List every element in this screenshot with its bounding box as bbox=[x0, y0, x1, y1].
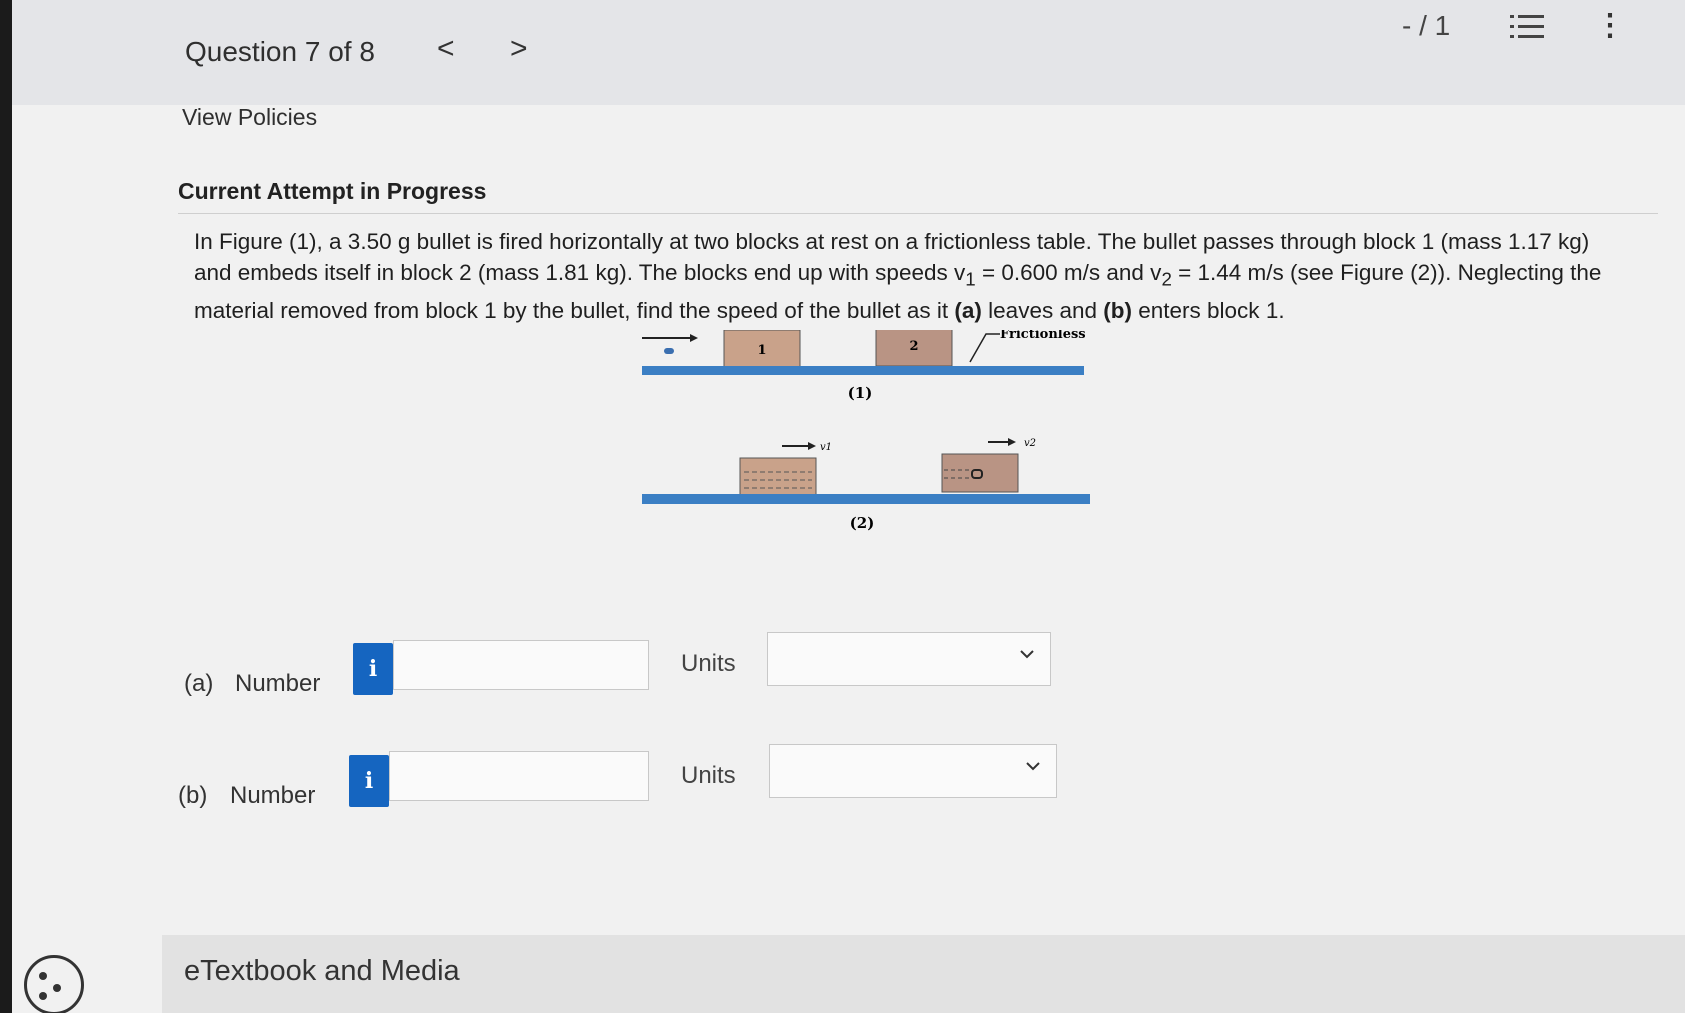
part-b-info-button[interactable]: i bbox=[349, 755, 389, 807]
prev-question-button[interactable]: < bbox=[437, 32, 455, 66]
part-b-units-select[interactable] bbox=[769, 744, 1057, 798]
cookie-settings-icon[interactable] bbox=[24, 955, 84, 1013]
part-a-number-label: Number bbox=[235, 670, 321, 697]
attempt-heading: Current Attempt in Progress bbox=[178, 178, 487, 204]
more-options-icon[interactable]: ⋮ bbox=[1595, 8, 1625, 43]
table-2 bbox=[642, 494, 1090, 504]
figure-1-caption: (1) bbox=[848, 384, 873, 402]
table-1 bbox=[642, 366, 1084, 375]
etextbook-panel[interactable]: eTextbook and Media bbox=[162, 935, 1685, 1013]
score: - / 1 bbox=[1402, 10, 1451, 41]
v2-label: v2 bbox=[1024, 438, 1036, 449]
block-1-moving bbox=[739, 457, 817, 499]
question-list-icon[interactable] bbox=[1510, 12, 1546, 42]
part-a-info-button[interactable]: i bbox=[353, 643, 393, 695]
screen: Question 7 of 8 < > - / 1 ⋮ View Policie… bbox=[12, 0, 1685, 1013]
frictionless-label: Frictionless bbox=[1000, 330, 1086, 342]
part-a-number-input[interactable] bbox=[393, 640, 649, 690]
etextbook-label: eTextbook and Media bbox=[184, 955, 460, 987]
chevron-down-icon bbox=[1020, 650, 1034, 659]
part-a-units-select[interactable] bbox=[767, 632, 1051, 686]
part-a-units-label: Units bbox=[681, 650, 736, 677]
problem-text: In Figure (1), a 3.50 g bullet is fired … bbox=[194, 229, 1602, 323]
part-b-label: (b) bbox=[178, 782, 208, 809]
part-b-number-input[interactable] bbox=[389, 751, 649, 801]
part-b-units-label: Units bbox=[681, 762, 736, 789]
question-title: Question 7 of 8 bbox=[185, 36, 375, 67]
v1-label: v1 bbox=[820, 442, 832, 453]
block-2-label: 2 bbox=[909, 339, 918, 354]
chevron-down-icon bbox=[1026, 762, 1040, 771]
problem-figure: 1 2 Frictionless (1) v1 v2 (2) bbox=[642, 330, 1090, 532]
part-a-label: (a) bbox=[184, 670, 214, 697]
next-question-button[interactable]: > bbox=[510, 32, 528, 66]
block-2-moving bbox=[941, 453, 1019, 493]
figure-2-caption: (2) bbox=[850, 514, 875, 532]
part-b-number-label: Number bbox=[230, 782, 316, 809]
view-policies-link[interactable]: View Policies bbox=[182, 104, 317, 131]
divider bbox=[178, 213, 1658, 214]
bullet bbox=[664, 348, 674, 354]
block-1-label: 1 bbox=[757, 343, 766, 358]
